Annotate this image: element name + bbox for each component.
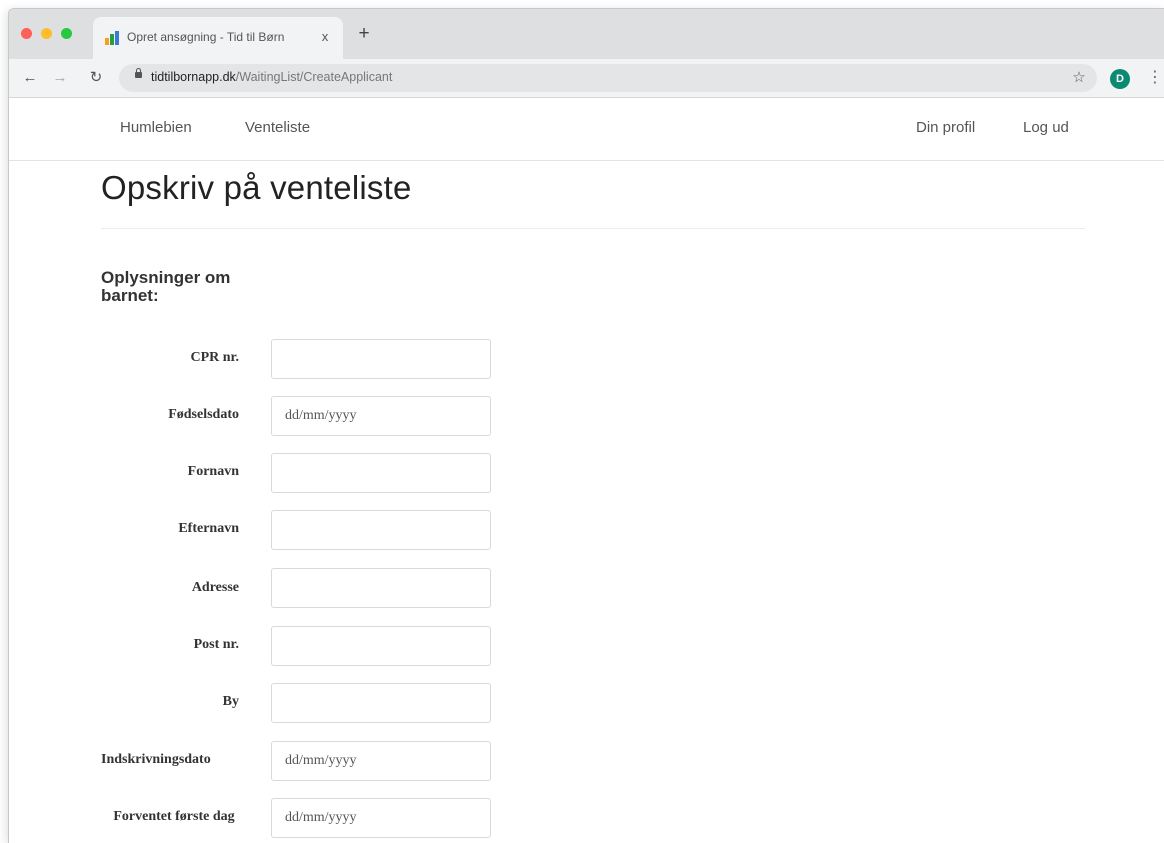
input-expected-first-day[interactable] <box>271 798 491 838</box>
address-bar[interactable]: tidtilbornapp.dk/WaitingList/CreateAppli… <box>119 64 1097 92</box>
back-arrow-icon[interactable]: ← <box>19 67 41 89</box>
browser-window: Opret ansøgning - Tid til Børn x + ← → ↻… <box>8 8 1164 843</box>
input-cpr[interactable] <box>271 339 491 379</box>
nav-link-venteliste[interactable]: Venteliste <box>245 119 310 136</box>
page-title: Opskriv på venteliste <box>101 169 412 206</box>
lock-icon <box>135 68 142 78</box>
profile-avatar[interactable]: D <box>1110 69 1130 89</box>
star-icon[interactable]: ☆ <box>1070 68 1088 86</box>
input-postcode[interactable] <box>271 626 491 666</box>
maximize-window-button[interactable] <box>61 28 72 39</box>
input-lastname[interactable] <box>271 510 491 550</box>
label-enrollment-date: Indskrivningsdato <box>101 752 211 767</box>
label-postcode: Post nr. <box>193 637 239 652</box>
label-address: Adresse <box>191 580 239 595</box>
label-expected-first-day: Forventet første dag <box>113 809 235 824</box>
url-path: /WaitingList/CreateApplicant <box>235 70 393 84</box>
label-cpr: CPR nr. <box>190 350 240 365</box>
tab-strip: Opret ansøgning - Tid til Børn x + <box>9 9 1164 59</box>
section-title: Oplysninger om barnet: <box>101 268 231 305</box>
site-navbar: Humlebien Venteliste Din profil Log ud <box>9 98 1164 161</box>
input-firstname[interactable] <box>271 453 491 493</box>
new-tab-button[interactable]: + <box>353 24 375 46</box>
reload-icon[interactable]: ↻ <box>85 67 107 89</box>
input-city[interactable] <box>271 683 491 723</box>
input-enrollment-date[interactable] <box>271 741 491 781</box>
minimize-window-button[interactable] <box>41 28 52 39</box>
label-birthdate: Fødselsdato <box>168 407 239 422</box>
browser-toolbar: ← → ↻ tidtilbornapp.dk/WaitingList/Creat… <box>9 59 1164 98</box>
forward-arrow-icon[interactable]: → <box>49 67 71 89</box>
url-text[interactable]: tidtilbornapp.dk/WaitingList/CreateAppli… <box>151 70 392 84</box>
label-lastname: Efternavn <box>178 521 239 536</box>
label-firstname: Fornavn <box>187 464 239 479</box>
favicon-icon <box>105 31 119 45</box>
input-address[interactable] <box>271 568 491 608</box>
url-host: tidtilbornapp.dk <box>151 70 236 84</box>
label-city: By <box>222 694 239 709</box>
close-window-button[interactable] <box>21 28 32 39</box>
nav-link-humlebien[interactable]: Humlebien <box>120 119 192 136</box>
divider <box>101 228 1085 229</box>
input-birthdate[interactable] <box>271 396 491 436</box>
nav-link-logout[interactable]: Log ud <box>1023 119 1069 136</box>
tab-title: Opret ansøgning - Tid til Børn <box>127 30 285 44</box>
nav-link-profile[interactable]: Din profil <box>916 119 975 136</box>
tab-close-icon[interactable]: x <box>317 29 333 44</box>
browser-tab-active[interactable]: Opret ansøgning - Tid til Børn x <box>93 17 343 59</box>
kebab-menu-icon[interactable]: ⋮ <box>1147 67 1163 87</box>
